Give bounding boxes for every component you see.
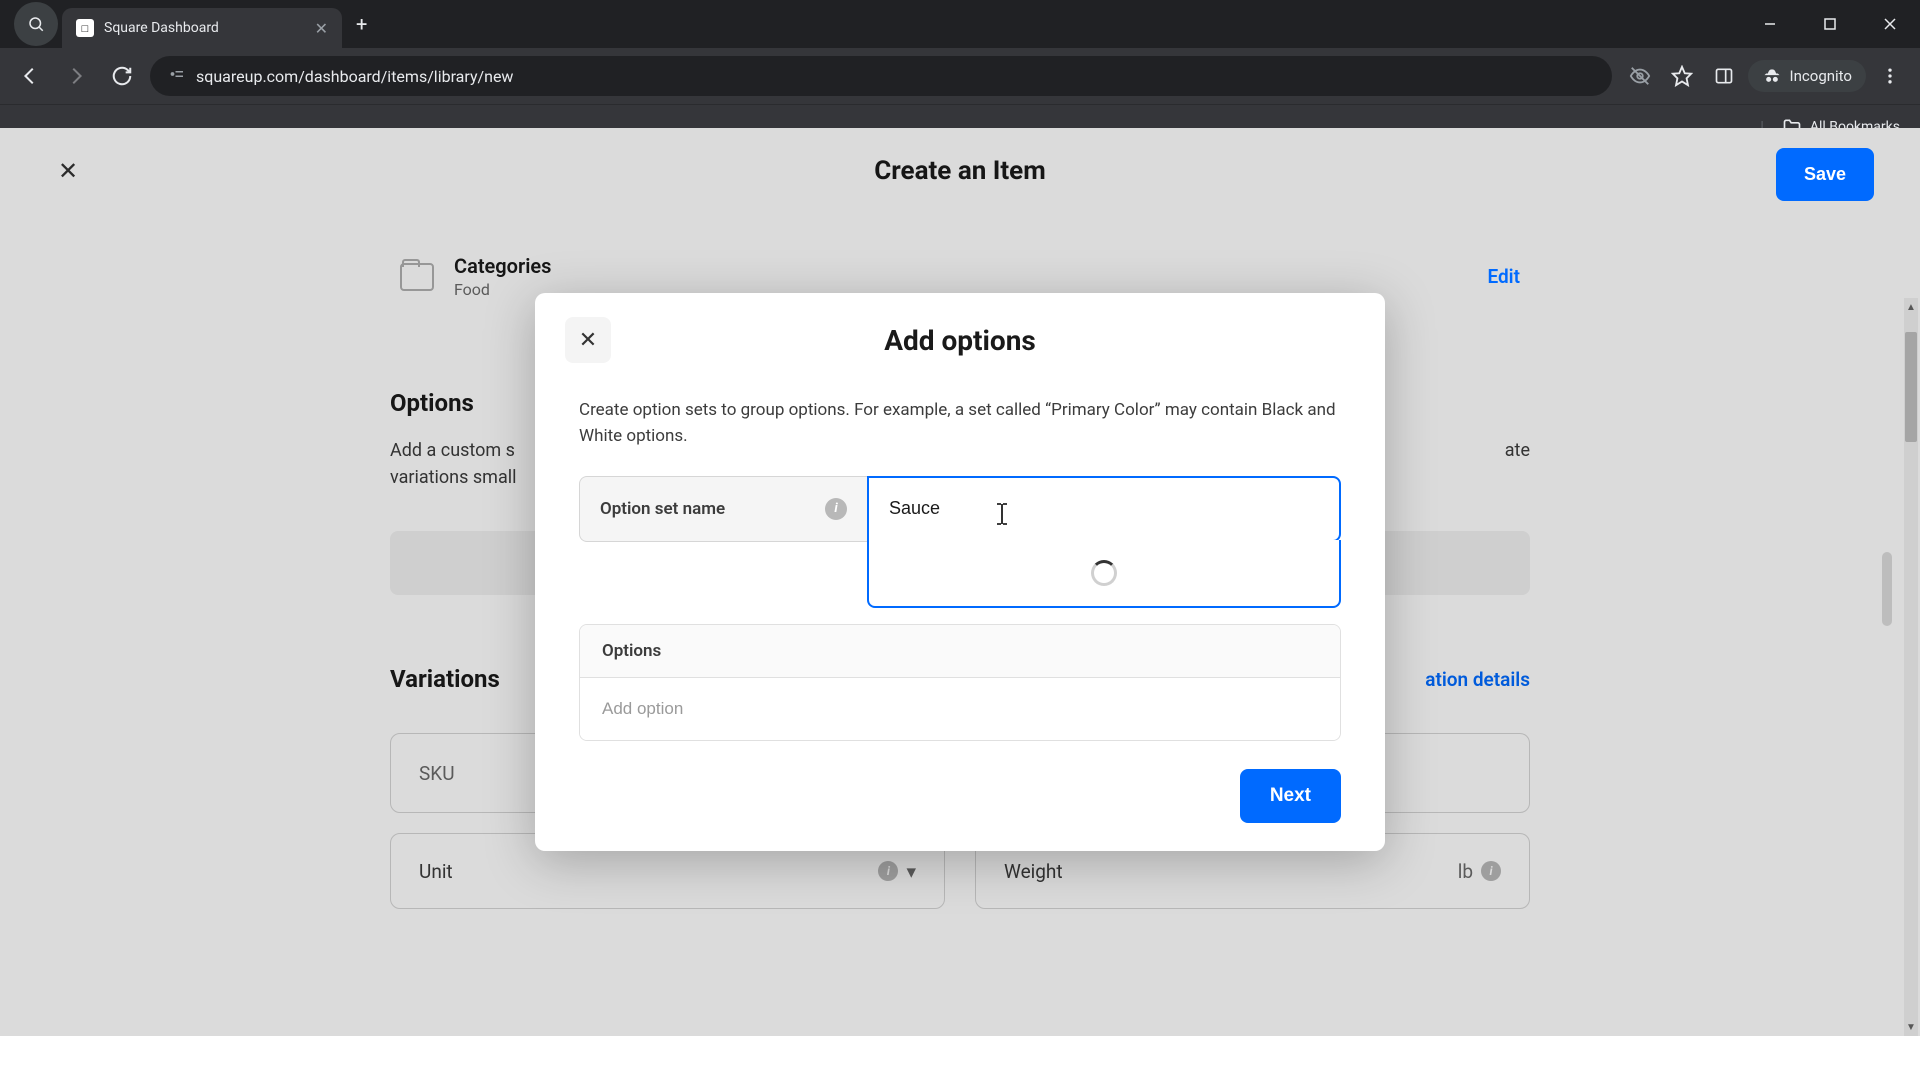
autocomplete-dropdown	[867, 540, 1341, 608]
address-bar: squareup.com/dashboard/items/library/new…	[0, 48, 1920, 104]
side-panel-icon[interactable]	[1706, 58, 1742, 94]
tab-title: Square Dashboard	[104, 20, 219, 36]
options-block: Options	[579, 624, 1341, 741]
maximize-button[interactable]	[1800, 0, 1860, 48]
loading-spinner-icon	[1091, 560, 1117, 586]
close-window-button[interactable]	[1860, 0, 1920, 48]
option-set-name-row: Option set name i	[579, 476, 1341, 542]
option-set-name-label: Option set name i	[579, 476, 867, 542]
modal-close-button[interactable]: ✕	[565, 317, 611, 363]
tab-favicon: □	[76, 19, 94, 37]
options-subheading: Options	[580, 625, 1340, 678]
next-button[interactable]: Next	[1240, 769, 1341, 823]
add-option-input[interactable]	[580, 678, 1340, 740]
info-icon[interactable]: i	[825, 498, 847, 520]
browser-search-button[interactable]	[14, 2, 58, 46]
reload-button[interactable]	[104, 58, 140, 94]
new-tab-button[interactable]: +	[342, 12, 381, 36]
tab-close-icon[interactable]: ✕	[315, 19, 328, 38]
option-set-name-input[interactable]	[867, 476, 1341, 542]
modal-description: Create option sets to group options. For…	[579, 397, 1341, 450]
minimize-button[interactable]	[1740, 0, 1800, 48]
bookmark-star-icon[interactable]	[1664, 58, 1700, 94]
url-text: squareup.com/dashboard/items/library/new	[196, 67, 513, 86]
site-info-icon[interactable]	[168, 65, 186, 87]
url-input[interactable]: squareup.com/dashboard/items/library/new	[150, 56, 1612, 96]
back-button[interactable]	[12, 58, 48, 94]
modal-wrapper: ✕ Add options Create option sets to grou…	[0, 128, 1920, 1036]
add-options-modal: ✕ Add options Create option sets to grou…	[535, 293, 1385, 851]
page-content: ▲ ▼ ✕ Create an Item Save Categories Foo…	[0, 128, 1920, 1036]
browser-menu-icon[interactable]	[1872, 58, 1908, 94]
incognito-chip[interactable]: Incognito	[1748, 60, 1866, 92]
eye-off-icon[interactable]	[1622, 58, 1658, 94]
browser-tab[interactable]: □ Square Dashboard ✕	[62, 8, 342, 48]
window-controls	[1740, 0, 1920, 48]
incognito-label: Incognito	[1790, 67, 1852, 85]
modal-title: Add options	[611, 324, 1355, 357]
incognito-icon	[1762, 66, 1782, 86]
tab-bar: □ Square Dashboard ✕ +	[0, 0, 1920, 48]
browser-chrome: □ Square Dashboard ✕ + squareup.com/dash…	[0, 0, 1920, 128]
forward-button[interactable]	[58, 58, 94, 94]
